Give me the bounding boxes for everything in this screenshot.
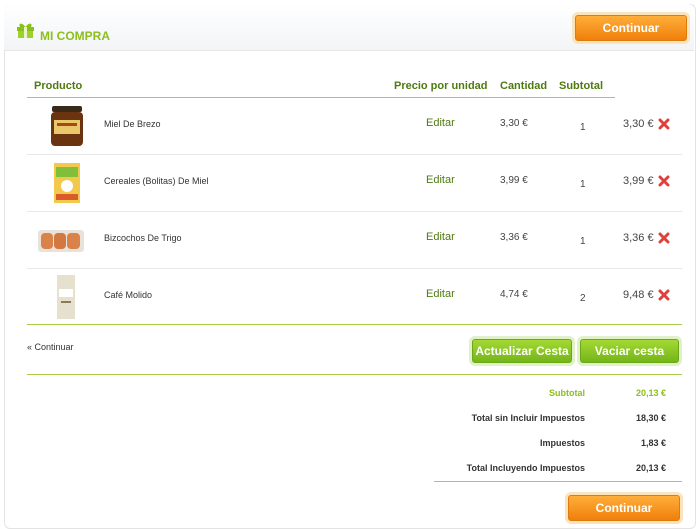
product-image-honey xyxy=(51,106,83,146)
row-subtotal: 3,30 € xyxy=(623,118,654,130)
continue-button-bottom[interactable]: Continuar xyxy=(568,495,680,521)
row-subtotal: 3,36 € xyxy=(623,232,654,244)
total-no-tax-label: Total sin Incluir Impuestos xyxy=(471,413,585,423)
subtotal-label: Subtotal xyxy=(549,388,585,398)
product-image-cereal xyxy=(54,163,80,203)
product-name[interactable]: Café Molido xyxy=(104,290,152,300)
continue-button-top[interactable]: Continuar xyxy=(575,15,687,41)
col-header-subtotal: Subtotal xyxy=(559,80,603,92)
row-subtotal: 3,99 € xyxy=(623,175,654,187)
table-row: Bizcochos De Trigo Editar 3,36 € 1 3,36 … xyxy=(27,212,682,268)
table-row: Café Molido Editar 4,74 € 2 9,48 € xyxy=(27,269,682,325)
unit-price: 3,99 € xyxy=(500,175,528,186)
tax-label: Impuestos xyxy=(539,438,585,448)
unit-price: 4,74 € xyxy=(500,289,528,300)
edit-link[interactable]: Editar xyxy=(426,174,455,186)
col-header-quantity: Cantidad xyxy=(500,80,548,92)
table-bottom-divider xyxy=(27,324,682,325)
page-title: MI COMPRA xyxy=(40,29,110,43)
total-no-tax-value: 18,30 € xyxy=(635,413,666,423)
delete-x-icon[interactable] xyxy=(658,232,670,244)
table-row: Cereales (Bolitas) De Miel Editar 3,99 €… xyxy=(27,155,682,211)
quantity-value[interactable]: 2 xyxy=(580,293,586,304)
unit-price: 3,30 € xyxy=(500,118,528,129)
quantity-value[interactable]: 1 xyxy=(580,236,586,247)
delete-x-icon[interactable] xyxy=(658,175,670,187)
delete-x-icon[interactable] xyxy=(658,118,670,130)
total-with-tax-value: 20,13 € xyxy=(635,463,666,473)
continue-shopping-link[interactable]: « Continuar xyxy=(27,342,74,352)
product-image-coffee xyxy=(57,275,75,319)
gift-icon xyxy=(17,23,34,38)
quantity-value[interactable]: 1 xyxy=(580,122,586,133)
edit-link[interactable]: Editar xyxy=(426,231,455,243)
total-with-tax-label: Total Incluyendo Impuestos xyxy=(466,463,585,473)
edit-link[interactable]: Editar xyxy=(426,288,455,300)
quantity-value[interactable]: 1 xyxy=(580,179,586,190)
totals-divider xyxy=(434,481,682,482)
empty-cart-button[interactable]: Vaciar cesta xyxy=(580,339,679,363)
subtotal-value: 20,13 € xyxy=(635,388,666,398)
tax-value: 1,83 € xyxy=(640,438,666,448)
col-header-product: Producto xyxy=(34,80,83,92)
product-name[interactable]: Miel De Brezo xyxy=(104,119,161,129)
table-row: Miel De Brezo Editar 3,30 € 1 3,30 € xyxy=(27,98,682,154)
delete-x-icon[interactable] xyxy=(658,289,670,301)
product-name[interactable]: Bizcochos De Trigo xyxy=(104,233,182,243)
edit-link[interactable]: Editar xyxy=(426,117,455,129)
update-cart-button[interactable]: Actualizar Cesta xyxy=(472,339,572,363)
actions-divider xyxy=(27,374,682,375)
col-header-unit-price: Precio por unidad xyxy=(394,80,488,92)
product-name[interactable]: Cereales (Bolitas) De Miel xyxy=(104,176,209,186)
product-image-biscuits xyxy=(38,230,84,252)
row-subtotal: 9,48 € xyxy=(623,289,654,301)
unit-price: 3,36 € xyxy=(500,232,528,243)
